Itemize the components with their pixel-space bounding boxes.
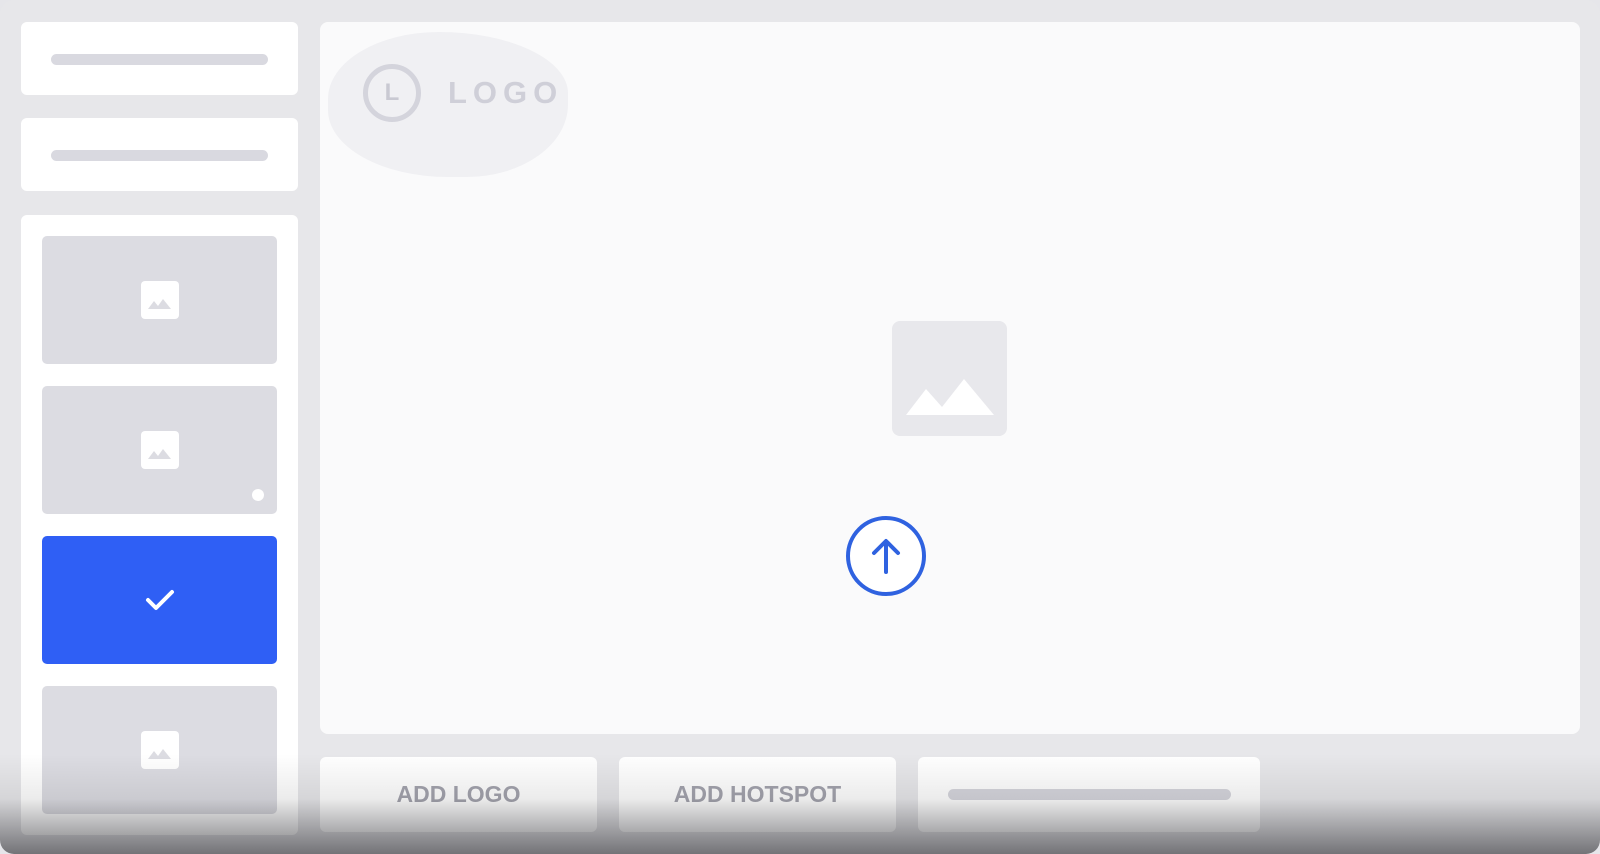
placeholder-bar [51,150,268,161]
thumbnail-item-1[interactable] [42,236,277,364]
thumbnail-list [21,215,298,835]
image-placeholder-icon [892,321,1007,436]
placeholder-bar [947,789,1231,800]
add-hotspot-button[interactable]: ADD HOTSPOT [619,757,896,832]
upload-button[interactable] [846,516,926,596]
add-logo-button[interactable]: ADD LOGO [320,757,597,832]
editor-canvas[interactable]: L LOGO [320,22,1580,734]
status-indicator-dot [252,489,264,501]
check-icon [145,590,174,610]
image-icon [140,731,179,769]
image-icon [140,431,179,469]
image-icon [140,281,179,319]
arrow-up-icon [872,539,900,574]
app-window: L LOGO ADD LOGO ADD HOTSPOT [0,0,1600,854]
sidebar-card-1[interactable] [21,22,298,95]
placeholder-bar [51,54,268,65]
thumbnail-item-3-selected[interactable] [42,536,277,664]
toolbar-item-3[interactable] [918,757,1260,832]
logo-text: LOGO [448,75,564,110]
sidebar-card-2[interactable] [21,118,298,191]
thumbnail-item-2[interactable] [42,386,277,514]
logo-mark-icon: L [363,64,421,122]
thumbnail-item-4[interactable] [42,686,277,814]
